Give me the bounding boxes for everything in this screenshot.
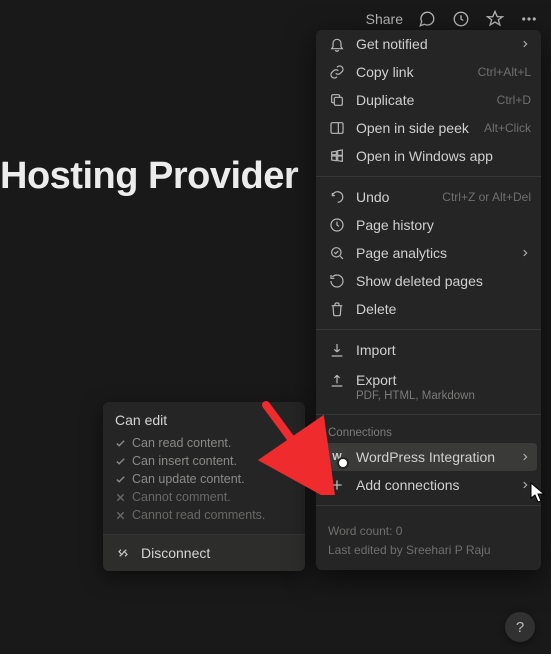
menu-shortcut: Ctrl+D: [497, 93, 531, 107]
menu-item-import[interactable]: Import: [316, 336, 541, 364]
menu-item-get-notified[interactable]: Get notified: [316, 30, 541, 58]
menu-divider: [316, 176, 541, 177]
permission-item: Can insert content.: [115, 452, 293, 470]
menu-shortcut: Ctrl+Z or Alt+Del: [442, 190, 531, 204]
permission-item: Cannot comment.: [115, 488, 293, 506]
chevron-right-icon: [519, 39, 531, 49]
export-icon: [328, 371, 346, 389]
connections-header: Connections: [316, 421, 541, 443]
analytics-icon: [328, 244, 346, 262]
disconnect-label: Disconnect: [141, 545, 210, 561]
windows-icon: [328, 147, 346, 165]
updates-icon[interactable]: [451, 9, 471, 29]
wordpress-icon: W: [328, 448, 346, 466]
permission-label: Cannot comment.: [132, 490, 231, 504]
permission-item: Cannot read comments.: [115, 506, 293, 524]
menu-label: Export: [356, 372, 531, 388]
word-count: Word count: 0: [328, 522, 529, 541]
permission-label: Can insert content.: [132, 454, 237, 468]
menu-label: Show deleted pages: [356, 273, 531, 289]
page-title: Hosting Provider: [0, 155, 298, 198]
help-button[interactable]: ?: [505, 612, 535, 642]
sidepeek-icon: [328, 119, 346, 137]
permission-item: Can update content.: [115, 470, 293, 488]
undo-icon: [328, 188, 346, 206]
last-edited: Last edited by Sreehari P Raju: [328, 541, 529, 560]
permission-label: Cannot read comments.: [132, 508, 265, 522]
permission-item: Can read content.: [115, 434, 293, 452]
menu-item-duplicate[interactable]: Duplicate Ctrl+D: [316, 86, 541, 114]
menu-label: Open in Windows app: [356, 148, 531, 164]
chevron-right-icon: [519, 480, 531, 490]
menu-shortcut: Alt+Click: [484, 121, 531, 135]
menu-label: Duplicate: [356, 92, 487, 108]
more-icon[interactable]: [519, 9, 539, 29]
page-context-menu: Get notified Copy link Ctrl+Alt+L Duplic…: [316, 30, 541, 570]
permission-label: Can update content.: [132, 472, 245, 486]
menu-item-page-history[interactable]: Page history: [316, 211, 541, 239]
import-icon: [328, 341, 346, 359]
permission-label: Can read content.: [132, 436, 231, 450]
menu-divider: [316, 505, 541, 506]
menu-divider: [316, 329, 541, 330]
disconnect-button[interactable]: Disconnect: [103, 534, 305, 571]
share-button[interactable]: Share: [366, 11, 403, 27]
plus-icon: [328, 476, 346, 494]
menu-label: WordPress Integration: [356, 449, 509, 465]
menu-label: Delete: [356, 301, 531, 317]
menu-item-side-peek[interactable]: Open in side peek Alt+Click: [316, 114, 541, 142]
restore-icon: [328, 272, 346, 290]
menu-item-page-analytics[interactable]: Page analytics: [316, 239, 541, 267]
menu-label: Page history: [356, 217, 531, 233]
comments-icon[interactable]: [417, 9, 437, 29]
menu-item-copy-link[interactable]: Copy link Ctrl+Alt+L: [316, 58, 541, 86]
menu-shortcut: Ctrl+Alt+L: [478, 65, 531, 79]
link-icon: [328, 63, 346, 81]
favorite-icon[interactable]: [485, 9, 505, 29]
menu-divider: [316, 414, 541, 415]
menu-item-delete[interactable]: Delete: [316, 295, 541, 323]
duplicate-icon: [328, 91, 346, 109]
menu-item-undo[interactable]: Undo Ctrl+Z or Alt+Del: [316, 183, 541, 211]
menu-label: Open in side peek: [356, 120, 474, 136]
menu-item-show-deleted[interactable]: Show deleted pages: [316, 267, 541, 295]
menu-label: Copy link: [356, 64, 468, 80]
chevron-right-icon: [519, 248, 531, 258]
menu-item-add-connections[interactable]: Add connections: [316, 471, 541, 499]
menu-item-wordpress-integration[interactable]: W WordPress Integration: [320, 443, 537, 471]
menu-label: Add connections: [356, 477, 509, 493]
menu-footer: Word count: 0 Last edited by Sreehari P …: [316, 512, 541, 560]
menu-label: Undo: [356, 189, 432, 205]
menu-item-export[interactable]: Export: [316, 364, 541, 392]
permissions-list: Can read content. Can insert content. Ca…: [103, 434, 305, 534]
menu-label: Get notified: [356, 36, 509, 52]
history-icon: [328, 216, 346, 234]
export-sub-label: PDF, HTML, Markdown: [316, 390, 541, 408]
trash-icon: [328, 300, 346, 318]
menu-item-windows-app[interactable]: Open in Windows app: [316, 142, 541, 170]
menu-label: Page analytics: [356, 245, 509, 261]
chevron-right-icon: [519, 452, 531, 462]
bell-icon: [328, 35, 346, 53]
permissions-header: Can edit: [103, 402, 305, 434]
permissions-popover: Can edit Can read content. Can insert co…: [103, 402, 305, 571]
menu-label: Import: [356, 342, 531, 358]
